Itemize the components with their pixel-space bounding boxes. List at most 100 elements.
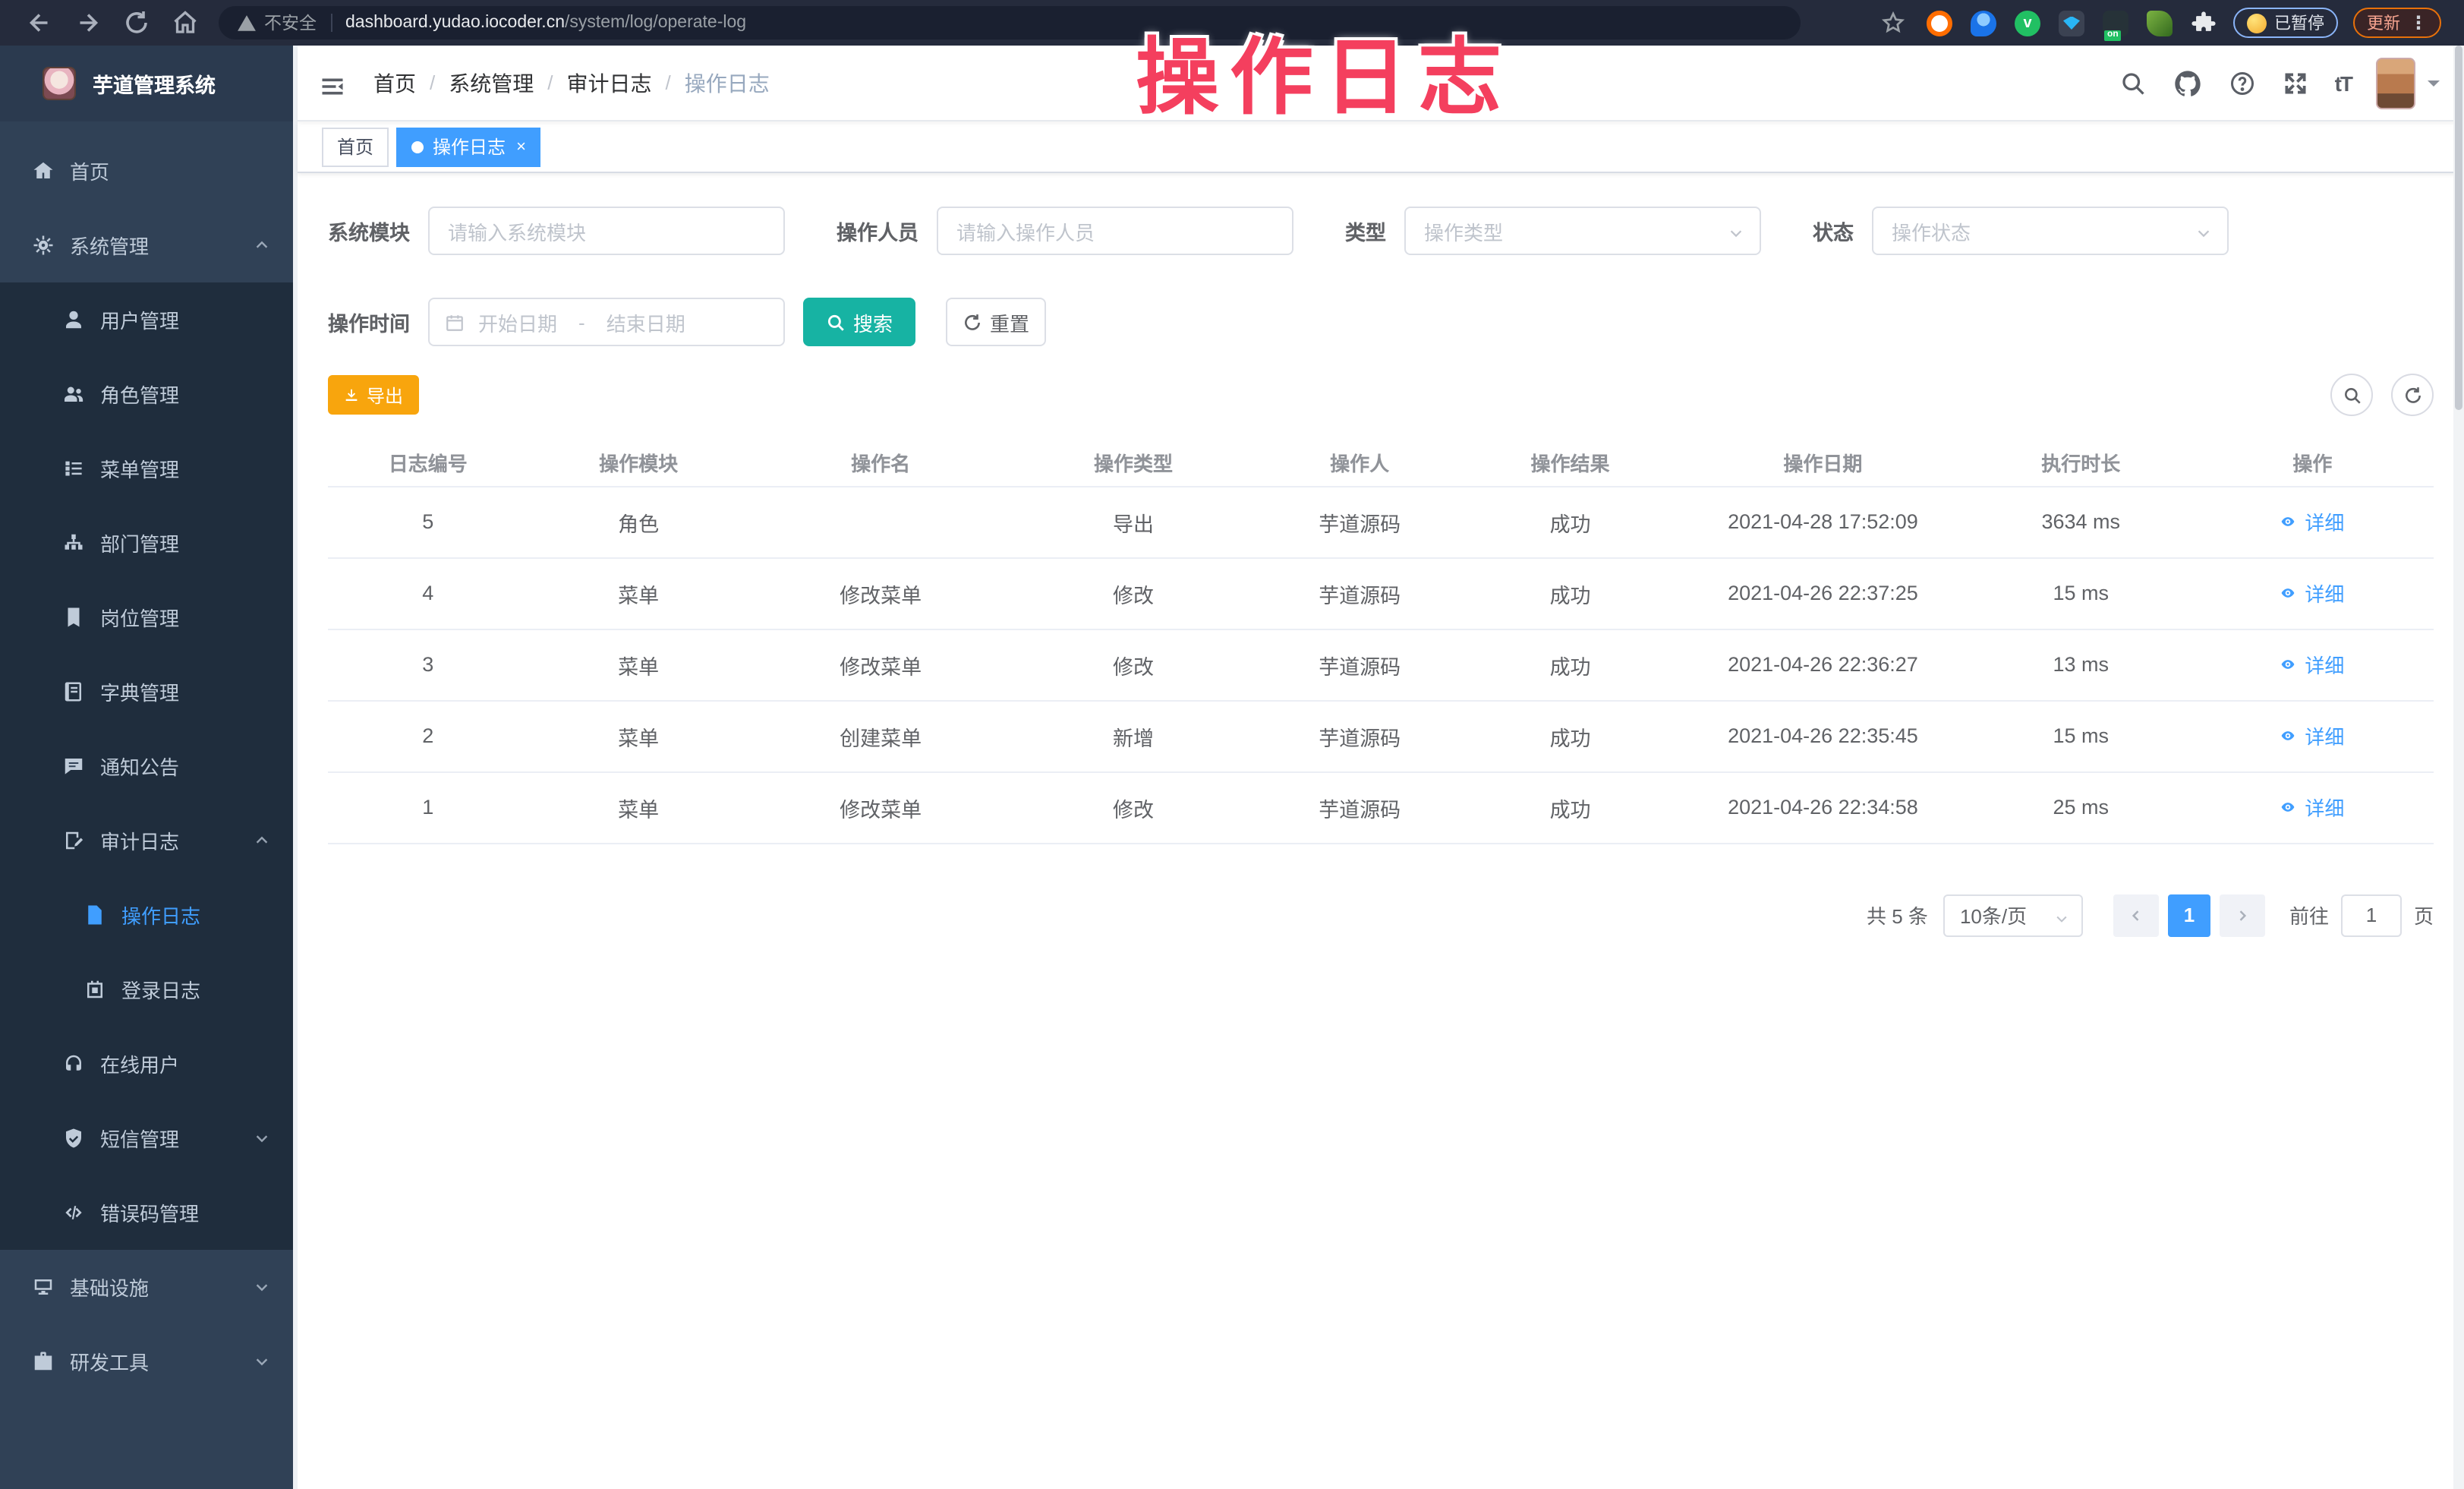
detail-link[interactable]: 详细 xyxy=(2280,793,2344,822)
extension-dark-on-icon[interactable]: on xyxy=(2103,10,2128,36)
cell-actions: 详细 xyxy=(2191,771,2434,843)
breadcrumb-separator: / xyxy=(430,71,435,94)
search-button[interactable]: 搜索 xyxy=(803,298,915,346)
extension-pin-icon[interactable] xyxy=(1971,10,1996,36)
export-button[interactable]: 导出 xyxy=(328,375,419,415)
bookmark-star-icon[interactable] xyxy=(1881,11,1905,35)
cell-result: 成功 xyxy=(1465,557,1675,629)
sidebar-item-sms[interactable]: 短信管理 xyxy=(0,1101,298,1175)
cell-module: 菜单 xyxy=(528,700,749,771)
refresh-table-button[interactable] xyxy=(2391,374,2434,416)
operator-input[interactable]: 请输入操作人员 xyxy=(937,207,1293,255)
cell-operator: 芋道源码 xyxy=(1255,629,1465,700)
extension-orange-icon[interactable] xyxy=(1927,10,1952,36)
goto-page-input[interactable]: 1 xyxy=(2341,894,2402,936)
module-label: 系统模块 xyxy=(328,216,410,246)
user-avatar[interactable] xyxy=(2376,57,2415,109)
search-icon[interactable] xyxy=(2119,69,2147,96)
detail-link[interactable]: 详细 xyxy=(2280,650,2344,679)
detail-link[interactable]: 详细 xyxy=(2280,721,2344,750)
sidebar-item-infra[interactable]: 基础设施 xyxy=(0,1250,298,1324)
sidebar-item-notice[interactable]: 通知公告 xyxy=(0,729,298,803)
calendar-icon xyxy=(445,312,465,332)
type-select[interactable]: 操作类型 xyxy=(1404,207,1761,255)
address-bar[interactable]: 不安全 dashboard.yudao.iocoder.cn /system/l… xyxy=(219,6,1801,39)
sidebar-item-role[interactable]: 角色管理 xyxy=(0,357,298,431)
sidebar-logo-row[interactable]: 芋道管理系统 xyxy=(0,46,298,121)
sidebar-item-dict[interactable]: 字典管理 xyxy=(0,655,298,729)
breadcrumb-item[interactable]: 审计日志 xyxy=(567,68,652,98)
sidebar-item-post[interactable]: 岗位管理 xyxy=(0,580,298,655)
browser-back-icon[interactable] xyxy=(26,9,53,36)
help-icon[interactable] xyxy=(2229,69,2256,96)
sidebar-item-online[interactable]: 在线用户 xyxy=(0,1027,298,1101)
hamburger-icon[interactable] xyxy=(319,72,346,93)
update-label: 更新 xyxy=(2367,11,2400,35)
user-icon xyxy=(62,308,85,331)
chevron-down-icon xyxy=(2195,223,2212,240)
page-size-select[interactable]: 10条/页 xyxy=(1943,894,2083,936)
extension-green-v-icon[interactable]: v xyxy=(2015,10,2040,36)
scrollbar-thumb[interactable] xyxy=(2455,46,2462,410)
eye-icon xyxy=(2280,797,2300,817)
login-log-icon xyxy=(83,978,106,1001)
next-page-button[interactable] xyxy=(2220,894,2265,936)
date-range-picker[interactable]: 开始日期 - 结束日期 xyxy=(428,298,785,346)
chevron-down-icon xyxy=(1728,223,1744,240)
extension-gem-icon[interactable] xyxy=(2059,10,2084,36)
cell-module: 菜单 xyxy=(528,629,749,700)
github-icon[interactable] xyxy=(2173,68,2203,98)
tag-操作日志[interactable]: 操作日志× xyxy=(396,127,541,166)
detail-link[interactable]: 详细 xyxy=(2280,579,2344,607)
chevron-down-icon xyxy=(254,1130,270,1147)
sidebar-item-label: 审计日志 xyxy=(100,826,179,855)
reset-button[interactable]: 重置 xyxy=(946,298,1046,346)
search-icon xyxy=(2342,385,2362,405)
extension-leaf-icon[interactable] xyxy=(2147,10,2173,36)
sidebar-item-system[interactable]: 系统管理 xyxy=(0,208,298,282)
browser-home-icon[interactable] xyxy=(172,9,199,36)
browser-forward-icon[interactable] xyxy=(74,9,102,36)
detail-link[interactable]: 详细 xyxy=(2280,507,2344,536)
sidebar-item-home[interactable]: 首页 xyxy=(0,134,298,208)
tag-首页[interactable]: 首页 xyxy=(322,127,389,166)
type-label: 类型 xyxy=(1345,216,1386,246)
font-size-icon[interactable]: tT xyxy=(2335,71,2352,95)
cell-date: 2021-04-26 22:35:45 xyxy=(1675,700,1970,771)
sidebar-item-errcode[interactable]: 错误码管理 xyxy=(0,1175,298,1250)
sidebar-item-operate-log[interactable]: 操作日志 xyxy=(0,878,298,952)
cell-id: 3 xyxy=(328,629,528,700)
module-input[interactable]: 请输入系统模块 xyxy=(428,207,785,255)
main-area: 首页/系统管理/审计日志/操作日志 tT 首页操作日志× 系统模块 请输入系统模 xyxy=(298,46,2464,1489)
profile-paused-pill[interactable]: 已暂停 xyxy=(2233,8,2338,38)
browser-menu-kebab-icon[interactable]: ⋮ xyxy=(2409,12,2428,33)
sidebar-item-audit[interactable]: 审计日志 xyxy=(0,803,298,878)
window-scrollbar[interactable] xyxy=(2453,46,2464,1489)
sidebar-item-dept[interactable]: 部门管理 xyxy=(0,506,298,580)
search-icon xyxy=(826,312,846,332)
breadcrumb-item[interactable]: 系统管理 xyxy=(449,68,534,98)
infra-monitor-icon xyxy=(32,1276,55,1298)
table-tools xyxy=(2312,374,2434,416)
sidebar-item-user[interactable]: 用户管理 xyxy=(0,282,298,357)
status-select[interactable]: 操作状态 xyxy=(1872,207,2229,255)
fullscreen-icon[interactable] xyxy=(2282,69,2309,96)
prev-page-button[interactable] xyxy=(2113,894,2159,936)
sidebar-item-devtools[interactable]: 研发工具 xyxy=(0,1324,298,1399)
avatar-caret-icon[interactable] xyxy=(2428,80,2440,92)
close-icon[interactable]: × xyxy=(516,137,526,156)
cell-date: 2021-04-26 22:36:27 xyxy=(1675,629,1970,700)
sidebar-item-login-log[interactable]: 登录日志 xyxy=(0,952,298,1027)
browser-reload-icon[interactable] xyxy=(123,9,150,36)
toggle-search-button[interactable] xyxy=(2330,374,2373,416)
cell-type: 新增 xyxy=(1013,700,1255,771)
online-user-icon xyxy=(62,1052,85,1075)
cell-type: 修改 xyxy=(1013,771,1255,843)
sidebar-item-menu[interactable]: 菜单管理 xyxy=(0,431,298,506)
breadcrumb-item[interactable]: 首页 xyxy=(373,68,416,98)
extensions-puzzle-icon[interactable] xyxy=(2191,10,2217,36)
table-row: 4菜单修改菜单修改芋道源码成功2021-04-26 22:37:2515 ms详… xyxy=(328,557,2434,629)
update-button[interactable]: 更新 ⋮ xyxy=(2353,8,2441,38)
current-page-button[interactable]: 1 xyxy=(2168,894,2210,936)
extension-on-badge: on xyxy=(2104,30,2122,40)
